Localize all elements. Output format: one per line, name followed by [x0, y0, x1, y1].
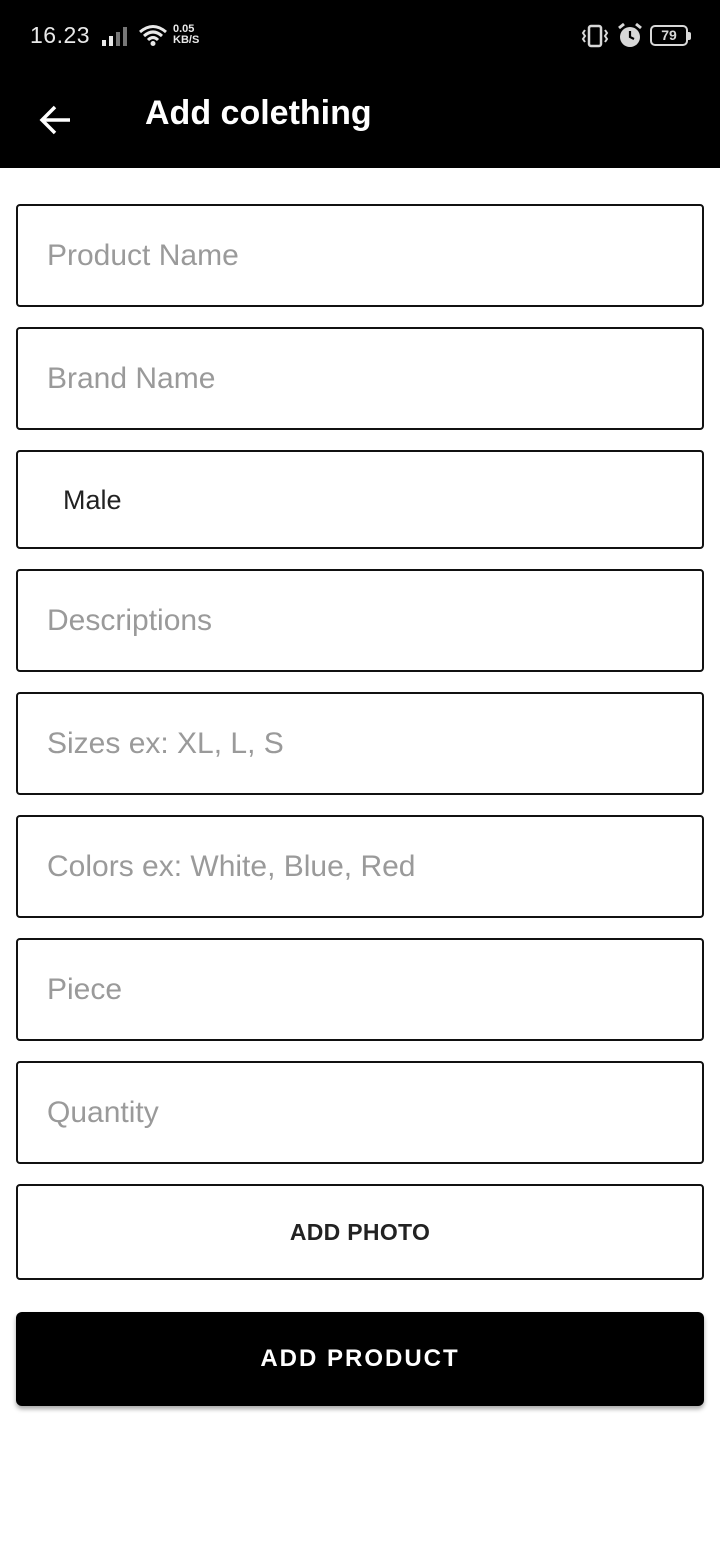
- arrow-left-icon: [39, 105, 70, 135]
- sizes-input[interactable]: [18, 694, 702, 793]
- descriptions-field: [16, 569, 704, 672]
- app-bar: Add colething: [0, 72, 720, 168]
- colors-field: [16, 815, 704, 918]
- status-bar: 16.23 0.05 KB/S 79: [0, 0, 720, 72]
- piece-input[interactable]: [18, 940, 702, 1039]
- colors-input[interactable]: [18, 817, 702, 916]
- brand-name-field: [16, 327, 704, 430]
- page-title: Add colething: [145, 94, 372, 132]
- descriptions-input[interactable]: [18, 571, 702, 670]
- quantity-field: [16, 1061, 704, 1164]
- alarm-icon: [618, 22, 642, 47]
- signal-icon: [102, 27, 127, 46]
- wifi-icon: [139, 25, 167, 46]
- back-button[interactable]: [24, 88, 88, 152]
- network-speed: 0.05 KB/S: [173, 24, 199, 46]
- status-time: 16.23: [30, 22, 91, 48]
- sizes-field: [16, 692, 704, 795]
- product-name-input[interactable]: [18, 206, 702, 305]
- quantity-input[interactable]: [18, 1063, 702, 1162]
- product-name-field: [16, 204, 704, 307]
- gender-select[interactable]: Male: [16, 450, 704, 549]
- network-speed-unit: KB/S: [173, 34, 200, 46]
- piece-field: [16, 938, 704, 1041]
- vibrate-icon: [581, 24, 609, 48]
- add-product-button[interactable]: ADD PRODUCT: [16, 1312, 704, 1406]
- add-photo-button[interactable]: ADD PHOTO: [16, 1184, 704, 1280]
- battery-icon: 79: [650, 25, 691, 46]
- brand-name-input[interactable]: [18, 329, 702, 428]
- gender-selected-value: Male: [63, 485, 122, 515]
